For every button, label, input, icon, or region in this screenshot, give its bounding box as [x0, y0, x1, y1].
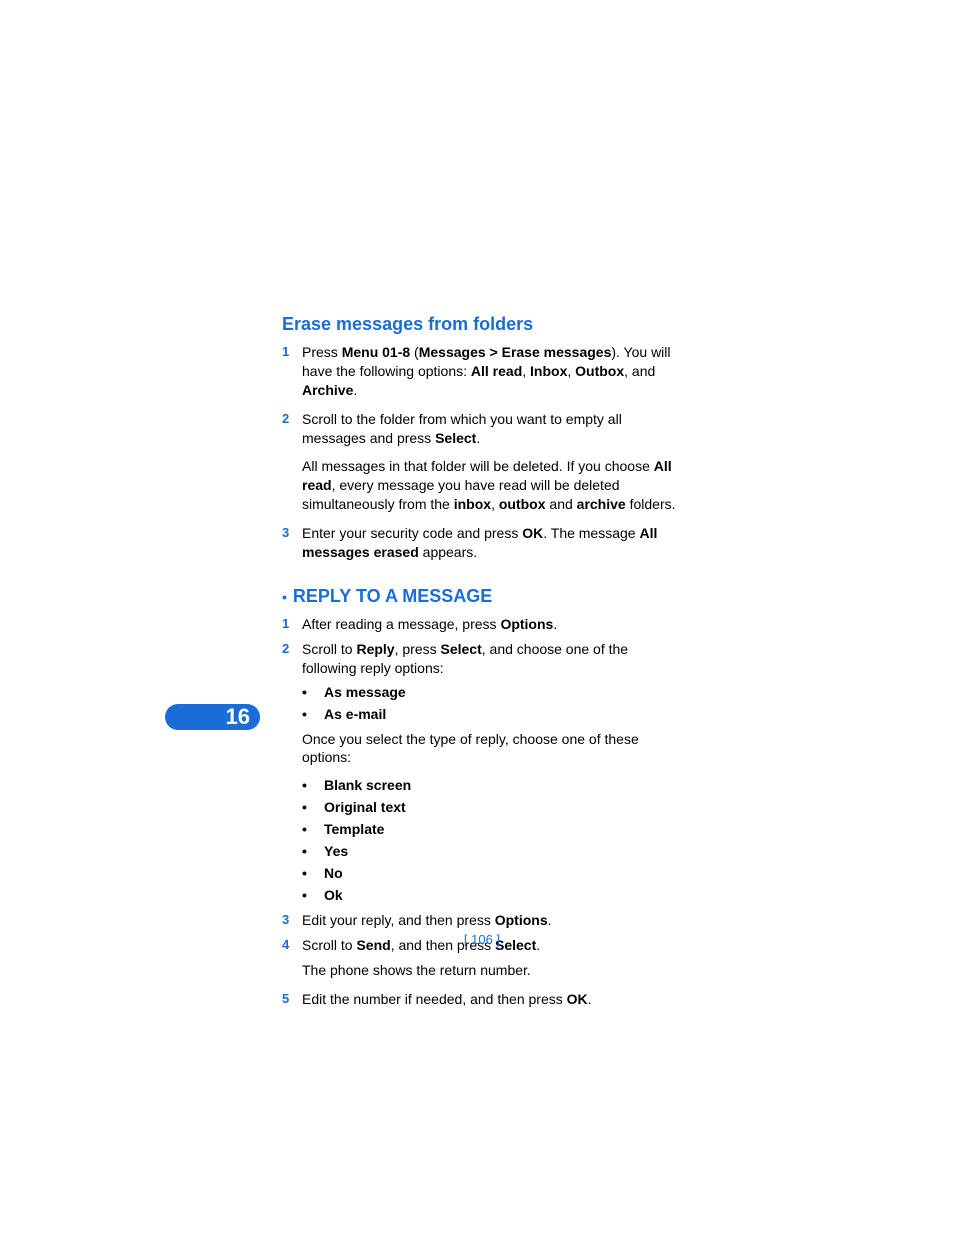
- step-subtext: All messages in that folder will be dele…: [302, 457, 682, 514]
- heading-erase-messages: Erase messages from folders: [282, 314, 682, 335]
- step-text: Edit the number if needed, and then pres…: [302, 990, 682, 1009]
- step-number: 1: [282, 343, 302, 400]
- bullet-text: As message: [324, 684, 406, 700]
- numbered-step: 3Enter your security code and press OK. …: [282, 524, 682, 562]
- step-subtext: The phone shows the return number.: [302, 961, 682, 980]
- step-text: After reading a message, press Options.: [302, 615, 682, 634]
- bullet-text: As e-mail: [324, 706, 386, 722]
- page-number: [ 106 ]: [282, 932, 682, 947]
- bullet-item: •Template: [302, 821, 682, 837]
- bullet-item: •Ok: [302, 887, 682, 903]
- bullet-icon: •: [302, 706, 324, 722]
- bullet-icon: •: [302, 865, 324, 881]
- bullet-item: •As e-mail: [302, 706, 682, 722]
- bullet-icon: •: [302, 843, 324, 859]
- bullet-text: Template: [324, 821, 384, 837]
- bullet-icon: •: [282, 589, 287, 605]
- numbered-step: 1After reading a message, press Options.: [282, 615, 682, 634]
- step-number: 1: [282, 615, 302, 634]
- bullet-text: No: [324, 865, 343, 881]
- bullet-text: Blank screen: [324, 777, 411, 793]
- bullet-icon: •: [302, 684, 324, 700]
- bullet-icon: •: [302, 777, 324, 793]
- chapter-tab: 16: [165, 704, 260, 730]
- numbered-step: 5Edit the number if needed, and then pre…: [282, 990, 682, 1009]
- step-text: Edit your reply, and then press Options.: [302, 911, 682, 930]
- bullet-text: Original text: [324, 799, 406, 815]
- step-text: Scroll to Reply, press Select, and choos…: [302, 640, 682, 678]
- bullet-item: •Blank screen: [302, 777, 682, 793]
- bullet-icon: •: [302, 887, 324, 903]
- bullet-list: •As message•As e-mail: [302, 684, 682, 722]
- bullet-list: •Blank screen•Original text•Template•Yes…: [302, 777, 682, 903]
- step-text: Enter your security code and press OK. T…: [302, 524, 682, 562]
- bullet-text: Yes: [324, 843, 348, 859]
- step-text: Scroll to the folder from which you want…: [302, 410, 682, 448]
- section1-list: 1Press Menu 01-8 (Messages > Erase messa…: [282, 343, 682, 562]
- bullet-item: •No: [302, 865, 682, 881]
- bullet-item: •Original text: [302, 799, 682, 815]
- numbered-step: 2Scroll to the folder from which you wan…: [282, 410, 682, 448]
- section2-list: 1After reading a message, press Options.…: [282, 615, 682, 1009]
- heading-reply-to-message: • REPLY TO A MESSAGE: [282, 586, 682, 607]
- step-number: 2: [282, 640, 302, 678]
- heading-reply-text: REPLY TO A MESSAGE: [293, 586, 492, 606]
- bullet-icon: •: [302, 799, 324, 815]
- step-number: 3: [282, 524, 302, 562]
- step-number: 5: [282, 990, 302, 1009]
- step-number: 3: [282, 911, 302, 930]
- step-text: Press Menu 01-8 (Messages > Erase messag…: [302, 343, 682, 400]
- numbered-step: 3Edit your reply, and then press Options…: [282, 911, 682, 930]
- step-subtext: Once you select the type of reply, choos…: [302, 730, 682, 768]
- chapter-number: 16: [226, 704, 250, 730]
- page-content: Erase messages from folders 1Press Menu …: [282, 314, 682, 1015]
- bullet-text: Ok: [324, 887, 343, 903]
- numbered-step: 2Scroll to Reply, press Select, and choo…: [282, 640, 682, 678]
- bullet-item: •Yes: [302, 843, 682, 859]
- numbered-step: 1Press Menu 01-8 (Messages > Erase messa…: [282, 343, 682, 400]
- bullet-item: •As message: [302, 684, 682, 700]
- bullet-icon: •: [302, 821, 324, 837]
- step-number: 2: [282, 410, 302, 448]
